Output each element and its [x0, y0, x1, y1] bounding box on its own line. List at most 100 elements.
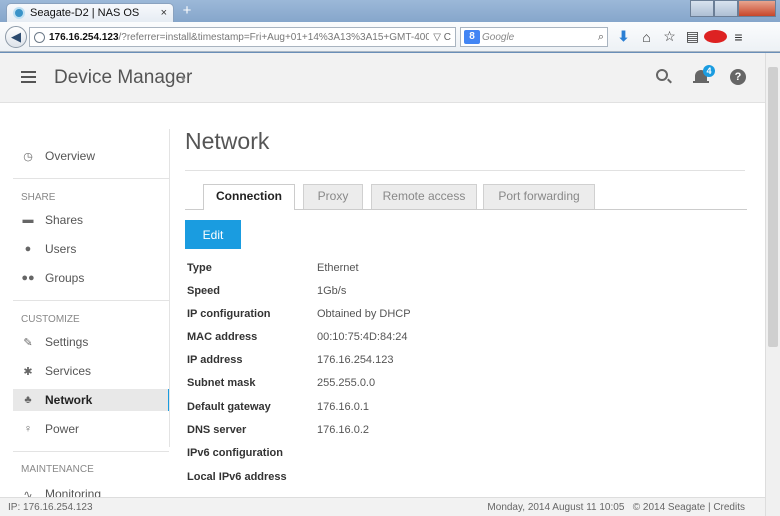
row-label: Default gateway [187, 401, 271, 413]
row-value: 176.16.0.1 [317, 401, 369, 413]
sidebar-item-power[interactable]: ♀ Power [0, 418, 170, 440]
url-host: 176.16.254.123 [49, 31, 119, 43]
sidebar-item-label: Groups [45, 271, 85, 285]
sidebar-item-groups[interactable]: ●● Groups [0, 267, 170, 289]
row-value: 00:10:75:4D:84:24 [317, 331, 408, 343]
sidebar-item-label: Shares [45, 213, 84, 227]
sidebar-item-network[interactable]: ♣ Network [13, 389, 170, 411]
tab-remote-access[interactable]: Remote access [371, 184, 477, 209]
sidebar-item-users[interactable]: ● Users [0, 238, 170, 260]
sidebar-item-label: Users [45, 242, 77, 256]
status-ip: IP: 176.16.254.123 [8, 502, 93, 513]
bookmarks-list-icon[interactable]: ▤ [681, 28, 704, 45]
network-icon: ♣ [24, 394, 32, 406]
search-placeholder: Google [482, 31, 515, 43]
lightbulb-icon: ♀ [23, 423, 33, 435]
user-icon: ● [24, 243, 32, 255]
globe-icon [34, 31, 45, 43]
sidebar-divider [13, 451, 169, 452]
sidebar-item-label: Services [45, 364, 92, 378]
minimize-button[interactable] [690, 0, 714, 17]
status-right: Monday, 2014 August 11 10:05 © 2014 Seag… [487, 502, 745, 513]
url-bar[interactable]: 176.16.254.123/?referrer=install&timesta… [29, 27, 456, 47]
info-row-type: Type Ethernet [187, 262, 687, 278]
url-text: 176.16.254.123/?referrer=install&timesta… [49, 32, 429, 43]
sidebar-section-customize: CUSTOMIZE [21, 314, 80, 325]
edit-button[interactable]: Edit [185, 220, 241, 249]
row-label: Subnet mask [187, 377, 256, 389]
info-row-dns-server: DNS server 176.16.0.2 [187, 424, 687, 440]
search-bar[interactable]: 8 Google ⌕ [460, 27, 608, 47]
chevron-down-icon[interactable]: ▾ [181, 74, 186, 85]
sidebar-item-settings[interactable]: ✎ Settings [0, 331, 170, 353]
gear-icon: ✱ [23, 365, 33, 378]
notification-badge[interactable]: 4 [703, 65, 715, 77]
folder-icon: ▬ [22, 214, 34, 226]
back-arrow-icon: ◀ [11, 29, 21, 44]
browser-tab[interactable]: Seagate-D2 | NAS OS × [6, 3, 174, 22]
row-label: Type [187, 262, 212, 274]
adblock-icon[interactable] [704, 30, 727, 43]
tab-port-forwarding[interactable]: Port forwarding [483, 184, 595, 209]
info-row-mac-address: MAC address 00:10:75:4D:84:24 [187, 331, 687, 347]
row-label: Speed [187, 285, 221, 297]
menu-icon[interactable]: ≡ [727, 29, 750, 45]
app-header: Device Manager ▾ 4 ? [0, 53, 765, 103]
clock-icon: ◷ [23, 150, 33, 163]
scrollbar-thumb[interactable] [768, 67, 778, 347]
tab-proxy[interactable]: Proxy [303, 184, 363, 209]
reload-icon[interactable]: ▽ C [433, 32, 451, 43]
new-tab-button[interactable]: + [178, 3, 196, 19]
home-icon[interactable]: ⌂ [635, 29, 658, 45]
row-value: 255.255.0.0 [317, 377, 376, 389]
info-row-ip-address: IP address 176.16.254.123 [187, 354, 687, 370]
download-icon[interactable]: ⬇ [612, 28, 635, 45]
browser-toolbar: ⬇ ⌂ ☆ ▤ ≡ [612, 28, 750, 45]
sidebar-divider [13, 178, 169, 179]
page-scrollbar[interactable] [765, 53, 780, 516]
browser-titlebar: Seagate-D2 | NAS OS × + [0, 0, 780, 22]
row-label: MAC address [187, 331, 258, 343]
row-label: Local IPv6 address [187, 471, 287, 483]
info-row-default-gateway: Default gateway 176.16.0.1 [187, 401, 687, 417]
back-button[interactable]: ◀ [5, 26, 27, 48]
sidebar-section-share: SHARE [21, 192, 56, 203]
page-title: Network [185, 128, 270, 154]
info-row-ip-configuration: IP configuration Obtained by DHCP [187, 308, 687, 324]
search-icon[interactable] [656, 69, 668, 81]
window-controls [690, 0, 776, 17]
sidebar-item-overview[interactable]: ◷ Overview [0, 145, 170, 167]
tab-close-icon[interactable]: × [161, 7, 167, 19]
window-close-button[interactable] [738, 0, 776, 17]
row-value: 1Gb/s [317, 285, 347, 297]
status-bar: IP: 176.16.254.123 Monday, 2014 August 1… [0, 497, 765, 516]
tab-title: Seagate-D2 | NAS OS [30, 7, 140, 19]
wrench-icon: ✎ [23, 336, 33, 349]
status-copyright[interactable]: © 2014 Seagate | Credits [633, 502, 745, 513]
search-go-icon[interactable]: ⌕ [598, 31, 604, 44]
info-row-speed: Speed 1Gb/s [187, 285, 687, 301]
help-icon[interactable]: ? [730, 69, 746, 85]
sidebar-item-services[interactable]: ✱ Services [0, 360, 170, 382]
info-row-ipv6-configuration: IPv6 configuration [187, 447, 687, 463]
row-label: IP address [187, 354, 243, 366]
sidebar-border [169, 129, 170, 447]
row-label: DNS server [187, 424, 247, 436]
maximize-button[interactable] [714, 0, 738, 17]
title-divider [185, 170, 745, 171]
info-row-local-ipv6-address: Local IPv6 address [187, 471, 687, 487]
bookmark-star-icon[interactable]: ☆ [658, 28, 681, 45]
info-row-subnet-mask: Subnet mask 255.255.0.0 [187, 377, 687, 393]
status-datetime: Monday, 2014 August 11 10:05 [487, 502, 625, 513]
sidebar-item-shares[interactable]: ▬ Shares [0, 209, 170, 231]
sidebar-section-maintenance: MAINTENANCE [21, 464, 94, 475]
google-engine-icon[interactable]: 8 [464, 30, 480, 44]
tab-connection[interactable]: Connection [203, 184, 295, 210]
app-title[interactable]: Device Manager [54, 67, 192, 89]
hamburger-menu-icon[interactable] [21, 71, 36, 83]
sidebar-divider [13, 300, 169, 301]
sidebar: ◷ Overview SHARE ▬ Shares ● Users ●● Gro… [0, 103, 170, 501]
row-value: 176.16.254.123 [317, 354, 394, 366]
seagate-favicon-icon [13, 7, 25, 19]
sidebar-item-label: Network [45, 393, 93, 407]
